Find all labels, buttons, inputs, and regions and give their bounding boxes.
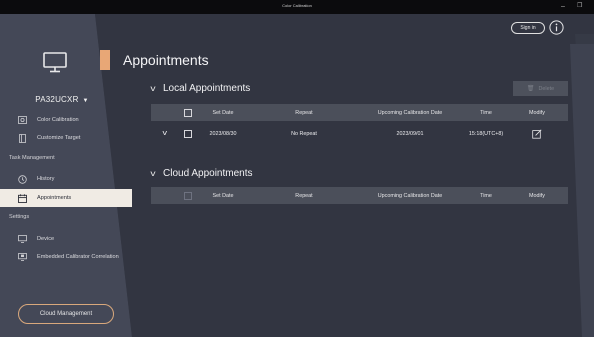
history-icon (17, 174, 27, 184)
chevron-down-icon: v (150, 84, 156, 93)
col-repeat: Repeat (295, 192, 313, 199)
page-accent-marker (100, 50, 110, 70)
info-icon[interactable] (549, 20, 564, 35)
minimize-button[interactable]: – (561, 2, 565, 11)
sidebar-item-label: Device (37, 236, 55, 242)
select-all-checkbox[interactable] (183, 104, 193, 121)
sidebar-item-label: Customize Target (37, 135, 81, 141)
restore-button[interactable]: ❐ (577, 2, 582, 11)
col-time: Time (480, 109, 492, 116)
col-modify: Modify (529, 192, 545, 199)
col-modify: Modify (529, 109, 545, 116)
chevron-down-icon: v (150, 169, 156, 178)
row-checkbox[interactable] (183, 125, 193, 142)
sidebar-item-label: Color Calibration (37, 117, 79, 123)
col-set-date: Set Date (212, 109, 234, 116)
local-appointments-title: Local Appointments (163, 83, 251, 94)
app-window: Color Calibration – ❐ PA32UCXR ▼ Color Ca… (0, 0, 594, 337)
cell-upcoming: 2023/09/01 (396, 130, 424, 137)
calendar-icon (17, 193, 27, 203)
sidebar-item-customize-target[interactable]: Customize Target (0, 129, 132, 147)
cell-time: 15:18(UTC+8) (468, 130, 504, 137)
window-title: Color Calibration (282, 3, 312, 8)
section-settings: Settings (9, 214, 30, 220)
local-appointments-header[interactable]: v Local Appointments (150, 83, 251, 94)
sidebar-item-device[interactable]: Device (0, 230, 132, 248)
col-repeat: Repeat (295, 109, 313, 116)
trash-icon: 🗑 (526, 86, 535, 92)
select-all-checkbox[interactable] (183, 187, 193, 204)
monitor-icon (43, 52, 67, 73)
sign-in-button[interactable]: Sign in (511, 22, 545, 34)
sidebar-item-label: History (37, 176, 55, 182)
sidebar: PA32UCXR ▼ Color Calibration Customize Ta… (0, 14, 132, 337)
col-upcoming: Upcoming Calibration Date (377, 192, 443, 199)
col-time: Time (480, 192, 492, 199)
device-icon (17, 234, 27, 244)
title-bar: Color Calibration – ❐ (0, 0, 594, 14)
sidebar-item-color-calibration[interactable]: Color Calibration (0, 111, 132, 129)
sidebar-item-label: Embedded Calibrator Correlation (37, 254, 119, 260)
sidebar-item-appointments[interactable]: Appointments (0, 189, 132, 207)
cloud-management-button[interactable]: Cloud Management (18, 304, 114, 324)
sidebar-item-label: Appointments (37, 195, 72, 201)
sidebar-item-history[interactable]: History (0, 170, 132, 188)
model-selector[interactable]: PA32UCXR ▼ (14, 95, 110, 104)
embedded-calibrator-icon (17, 252, 27, 262)
chevron-down-icon[interactable]: v (159, 125, 171, 142)
cell-set-date: 2023/08/30 (209, 130, 237, 137)
caret-down-icon: ▼ (82, 98, 89, 104)
cloud-appointments-title: Cloud Appointments (163, 168, 253, 179)
table-row: v 2023/08/30 No Repeat 2023/09/01 15:18(… (151, 125, 568, 142)
section-task-management: Task Management (9, 155, 55, 161)
sidebar-item-embedded-calibrator-correlation[interactable]: Embedded Calibrator Correlation (0, 248, 132, 266)
delete-label: Delete (538, 85, 555, 92)
cloud-appointments-header[interactable]: v Cloud Appointments (150, 168, 253, 179)
color-calibration-icon (17, 115, 27, 125)
cloud-table-header: Set Date Repeat Upcoming Calibration Dat… (151, 187, 568, 204)
page-title: Appointments (123, 52, 209, 68)
col-set-date: Set Date (212, 192, 234, 199)
local-table-header: Set Date Repeat Upcoming Calibration Dat… (151, 104, 568, 121)
cell-repeat: No Repeat (291, 130, 317, 137)
col-upcoming: Upcoming Calibration Date (377, 109, 443, 116)
delete-button[interactable]: 🗑 Delete (513, 81, 568, 96)
customize-target-icon (17, 133, 27, 143)
model-name: PA32UCXR (35, 95, 79, 104)
edit-icon[interactable] (513, 125, 561, 142)
